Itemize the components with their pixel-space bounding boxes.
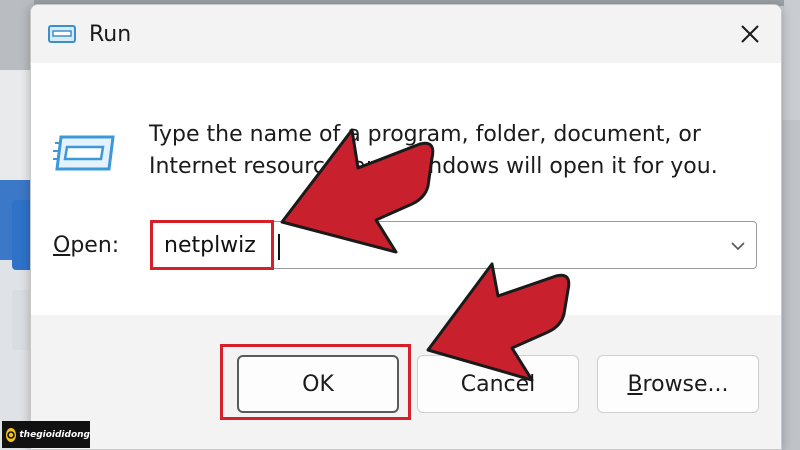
brand-watermark: thegioididong xyxy=(2,421,90,448)
close-button[interactable] xyxy=(719,5,781,63)
run-program-icon xyxy=(53,135,115,171)
dialog-description: Type the name of a program, folder, docu… xyxy=(149,119,749,183)
window-title: Run xyxy=(89,22,132,47)
desktop-background-right xyxy=(780,0,800,450)
ok-button[interactable]: OK xyxy=(237,355,399,413)
brand-name: thegioididong xyxy=(19,429,90,440)
browse-label: rowse... xyxy=(642,371,729,397)
browse-accelerator: B xyxy=(627,371,643,397)
cancel-button[interactable]: Cancel xyxy=(417,355,579,413)
run-dialog: Run Type the name of a program, folder, … xyxy=(30,4,782,450)
open-combobox[interactable] xyxy=(151,221,757,269)
open-label: Open: xyxy=(53,233,119,258)
description-line: Type the name of a program, folder, docu… xyxy=(149,122,701,147)
open-label-accelerator: O xyxy=(53,233,71,258)
browse-button[interactable]: Browse... xyxy=(597,355,759,413)
title-bar[interactable]: Run xyxy=(31,5,781,63)
open-input[interactable] xyxy=(164,228,704,262)
close-icon xyxy=(741,25,759,43)
chevron-down-icon[interactable] xyxy=(728,236,748,256)
dialog-footer: OK Cancel Browse... xyxy=(31,315,781,449)
brand-logo-icon xyxy=(6,427,17,442)
description-line: Internet resource, and Windows will open… xyxy=(149,154,718,179)
open-label-text: pen: xyxy=(70,233,120,258)
run-window-icon xyxy=(48,25,76,43)
dialog-body: Type the name of a program, folder, docu… xyxy=(31,63,781,315)
desktop-background-left xyxy=(0,0,34,450)
text-cursor xyxy=(278,234,280,260)
